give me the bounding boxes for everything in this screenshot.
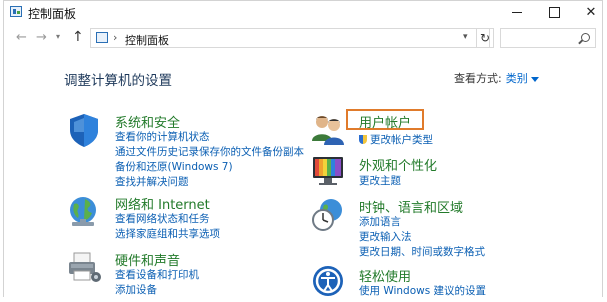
link-view-computer-status[interactable]: 查看你的计算机状态 (115, 129, 210, 144)
view-by-dropdown[interactable]: 类别 (506, 72, 528, 85)
search-input[interactable] (500, 28, 596, 48)
link-add-language[interactable]: 添加语言 (359, 214, 401, 229)
close-button[interactable]: ✕ (571, 1, 607, 23)
shield-icon[interactable] (66, 112, 102, 148)
link-recommended-settings[interactable]: 使用 Windows 建议的设置 (359, 283, 486, 298)
category-appearance-personalization[interactable]: 外观和个性化 (359, 155, 437, 174)
link-homegroup-sharing[interactable]: 选择家庭组和共享选项 (115, 226, 220, 241)
network-globe-icon[interactable] (66, 194, 102, 230)
link-file-history-backup[interactable]: 通过文件历史记录保存你的文件备份副本 (115, 144, 304, 159)
category-user-accounts[interactable]: 用户帐户 (359, 112, 411, 131)
monitor-icon[interactable] (310, 153, 346, 189)
page-title: 调整计算机的设置 (64, 73, 172, 89)
link-change-input-method[interactable]: 更改输入法 (359, 229, 412, 244)
up-button[interactable]: ↑ (72, 29, 84, 45)
search-icon (581, 33, 590, 42)
control-panel-icon (10, 6, 22, 17)
uac-shield-icon (359, 135, 367, 144)
link-change-theme[interactable]: 更改主题 (359, 173, 401, 188)
link-network-status[interactable]: 查看网络状态和任务 (115, 211, 210, 226)
link-troubleshoot[interactable]: 查找并解决问题 (115, 174, 189, 189)
clock-globe-icon[interactable] (310, 197, 346, 233)
maximize-icon (548, 6, 560, 18)
title-bar: 控制面板 ✕ (4, 1, 602, 23)
control-panel-icon (96, 32, 108, 43)
control-panel-window: 控制面板 ✕ ← → ▾ ↑ › 控制面板 ▾ ↻ 调整计算机的设置 查看方式:… (3, 0, 603, 297)
link-change-account-type[interactable]: 更改帐户类型 (359, 132, 433, 147)
maximize-button[interactable] (534, 1, 574, 23)
refresh-icon: ↻ (479, 31, 491, 45)
link-backup-restore[interactable]: 备份和还原(Windows 7) (115, 159, 233, 174)
back-button[interactable]: ← (16, 30, 27, 45)
minimize-button[interactable] (497, 1, 537, 23)
close-icon: ✕ (585, 4, 597, 20)
navigation-bar: ← → ▾ ↑ › 控制面板 ▾ ↻ (4, 27, 602, 49)
ease-of-access-icon[interactable] (310, 263, 346, 299)
recent-locations-chevron-icon[interactable]: ▾ (56, 32, 60, 41)
users-icon[interactable] (310, 111, 346, 147)
address-dropdown-icon[interactable]: ▾ (463, 32, 468, 42)
breadcrumb-control-panel[interactable]: 控制面板 (125, 32, 169, 48)
link-add-device[interactable]: 添加设备 (115, 282, 157, 297)
refresh-button[interactable]: ↻ (476, 28, 494, 48)
printer-icon[interactable] (66, 249, 102, 285)
window-title: 控制面板 (28, 7, 77, 21)
view-by-label: 查看方式: (454, 72, 502, 85)
view-by: 查看方式: 类别 (454, 70, 539, 86)
link-devices-printers[interactable]: 查看设备和打印机 (115, 267, 199, 282)
chevron-down-icon[interactable] (530, 76, 539, 82)
minimize-icon (512, 11, 522, 13)
breadcrumb-chevron-icon[interactable]: › (113, 31, 117, 44)
link-change-account-type-label: 更改帐户类型 (370, 134, 433, 146)
address-bar[interactable]: › 控制面板 ▾ (90, 28, 490, 48)
forward-button[interactable]: → (36, 30, 47, 45)
link-change-date-time-format[interactable]: 更改日期、时间或数字格式 (359, 244, 485, 259)
